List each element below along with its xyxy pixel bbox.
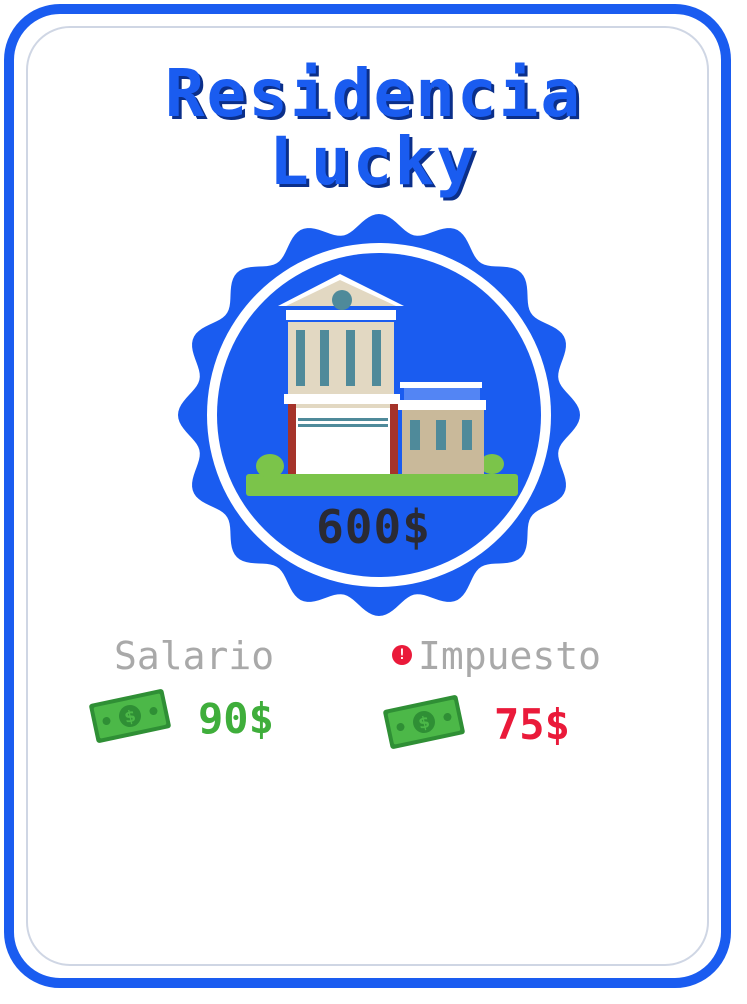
title-line-1: Residencia (164, 55, 583, 132)
cash-bill-icon: $ (89, 689, 171, 743)
title-line-2: Lucky (269, 123, 478, 200)
property-title: Residencia Lucky (0, 60, 747, 196)
salary-amount: 90$ (198, 694, 274, 743)
info-dot-icon: ! (392, 644, 412, 665)
tax-label-row: ! Impuesto (392, 634, 601, 678)
property-badge (178, 214, 580, 616)
cash-bill-icon: $ (383, 695, 465, 749)
tax-label: Impuesto (418, 634, 602, 678)
salary-label: Salario (114, 634, 275, 678)
tax-amount: 75$ (494, 700, 570, 749)
property-price: 600$ (316, 500, 431, 554)
